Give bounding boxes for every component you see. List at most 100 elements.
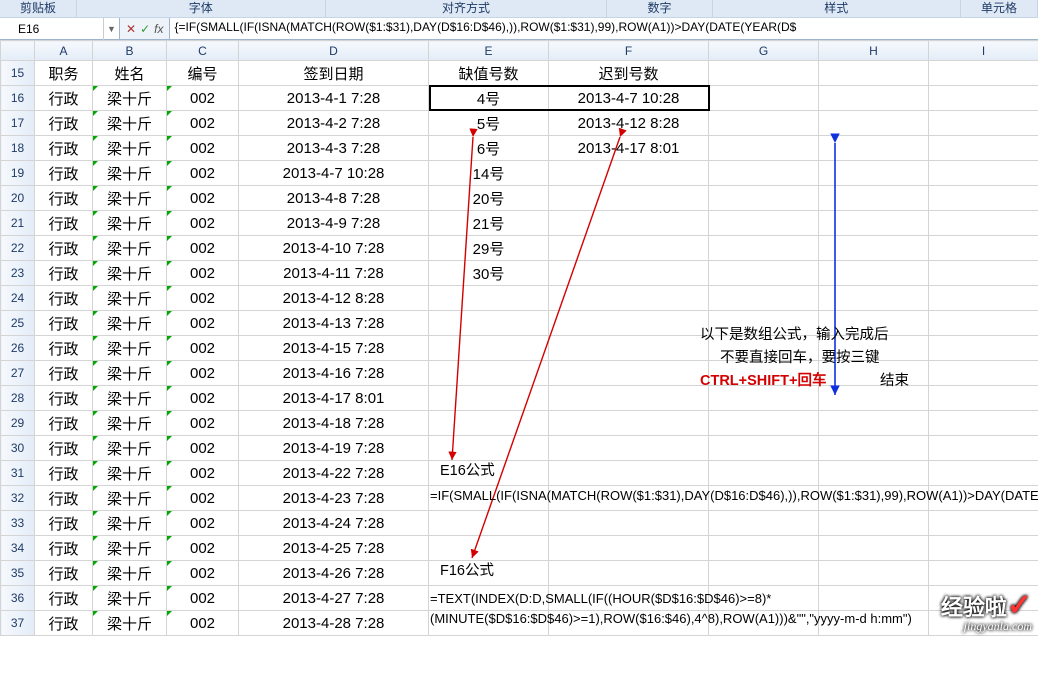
cell[interactable]: 编号 — [167, 61, 239, 86]
cell[interactable]: 行政 — [35, 286, 93, 311]
cell[interactable] — [429, 436, 549, 461]
cell[interactable] — [929, 411, 1038, 436]
cell[interactable] — [549, 161, 709, 186]
cell[interactable]: 行政 — [35, 386, 93, 411]
cell[interactable]: 002 — [167, 111, 239, 136]
cell[interactable]: 梁十斤 — [93, 461, 167, 486]
cell[interactable] — [429, 311, 549, 336]
cell[interactable]: 职务 — [35, 61, 93, 86]
cell[interactable] — [929, 61, 1038, 86]
cell[interactable]: 002 — [167, 611, 239, 636]
cell[interactable] — [709, 86, 819, 111]
table-row[interactable]: 23行政梁十斤0022013-4-11 7:2830号 — [1, 261, 1038, 286]
cell[interactable]: 行政 — [35, 361, 93, 386]
cell[interactable] — [549, 386, 709, 411]
cell[interactable] — [929, 111, 1038, 136]
cell[interactable]: 2013-4-24 7:28 — [239, 511, 429, 536]
row-header[interactable]: 23 — [1, 261, 35, 286]
cell[interactable]: 迟到号数 — [549, 61, 709, 86]
cell[interactable]: 行政 — [35, 436, 93, 461]
cell[interactable]: 梁十斤 — [93, 336, 167, 361]
table-row[interactable]: 22行政梁十斤0022013-4-10 7:2829号 — [1, 236, 1038, 261]
cell[interactable] — [549, 361, 709, 386]
cell[interactable]: 2013-4-22 7:28 — [239, 461, 429, 486]
row-header[interactable]: 34 — [1, 536, 35, 561]
cell[interactable] — [709, 561, 819, 586]
cell[interactable]: 行政 — [35, 586, 93, 611]
cell[interactable]: 梁十斤 — [93, 311, 167, 336]
cell[interactable]: 梁十斤 — [93, 536, 167, 561]
cell[interactable]: 行政 — [35, 511, 93, 536]
cell[interactable] — [929, 211, 1038, 236]
enter-icon[interactable]: ✓ — [140, 22, 150, 36]
cell[interactable]: 2013-4-27 7:28 — [239, 586, 429, 611]
cell[interactable]: 6号 — [429, 136, 549, 161]
cell[interactable]: 002 — [167, 436, 239, 461]
col-header[interactable]: F — [549, 41, 709, 61]
cell[interactable]: 梁十斤 — [93, 261, 167, 286]
cell[interactable] — [929, 286, 1038, 311]
cell[interactable]: 002 — [167, 136, 239, 161]
table-row[interactable]: 21行政梁十斤0022013-4-9 7:2821号 — [1, 211, 1038, 236]
row-header[interactable]: 25 — [1, 311, 35, 336]
ribbon-group[interactable]: 数字 — [607, 0, 712, 17]
cell[interactable] — [819, 536, 929, 561]
cell[interactable] — [819, 461, 929, 486]
ribbon-group[interactable]: 样式 — [713, 0, 961, 17]
table-row[interactable]: 29行政梁十斤0022013-4-18 7:28 — [1, 411, 1038, 436]
cell[interactable]: 14号 — [429, 161, 549, 186]
cell[interactable]: 2013-4-1 7:28 — [239, 86, 429, 111]
cell[interactable]: 2013-4-7 10:28 — [549, 86, 709, 111]
cell[interactable] — [819, 136, 929, 161]
table-row[interactable]: 19行政梁十斤0022013-4-7 10:2814号 — [1, 161, 1038, 186]
cell[interactable]: 002 — [167, 536, 239, 561]
cell[interactable] — [819, 261, 929, 286]
cell[interactable] — [709, 211, 819, 236]
col-header[interactable]: H — [819, 41, 929, 61]
row-header[interactable]: 27 — [1, 361, 35, 386]
cell[interactable] — [709, 511, 819, 536]
cell[interactable]: 002 — [167, 311, 239, 336]
col-header[interactable]: I — [929, 41, 1038, 61]
cell[interactable] — [819, 436, 929, 461]
cell[interactable]: 行政 — [35, 136, 93, 161]
cell[interactable]: 2013-4-17 8:01 — [549, 136, 709, 161]
cell[interactable]: 2013-4-19 7:28 — [239, 436, 429, 461]
cell[interactable]: 梁十斤 — [93, 411, 167, 436]
col-header[interactable]: A — [35, 41, 93, 61]
table-row[interactable]: 24行政梁十斤0022013-4-12 8:28 — [1, 286, 1038, 311]
cell[interactable] — [929, 511, 1038, 536]
col-header[interactable]: B — [93, 41, 167, 61]
cell[interactable] — [819, 111, 929, 136]
cell[interactable] — [429, 361, 549, 386]
row-header[interactable]: 26 — [1, 336, 35, 361]
table-row[interactable]: 31行政梁十斤0022013-4-22 7:28 — [1, 461, 1038, 486]
cell[interactable]: 20号 — [429, 186, 549, 211]
cell[interactable]: 2013-4-2 7:28 — [239, 111, 429, 136]
cell[interactable] — [819, 61, 929, 86]
cell[interactable] — [549, 186, 709, 211]
table-row[interactable]: 34行政梁十斤0022013-4-25 7:28 — [1, 536, 1038, 561]
cell[interactable] — [549, 461, 709, 486]
cell[interactable]: 2013-4-26 7:28 — [239, 561, 429, 586]
cell[interactable]: 002 — [167, 586, 239, 611]
cell[interactable] — [429, 336, 549, 361]
cell[interactable]: 002 — [167, 336, 239, 361]
cell[interactable]: 002 — [167, 461, 239, 486]
cell[interactable]: 行政 — [35, 611, 93, 636]
cell[interactable] — [709, 461, 819, 486]
cell[interactable]: 梁十斤 — [93, 136, 167, 161]
cell[interactable] — [549, 236, 709, 261]
cell[interactable]: 行政 — [35, 261, 93, 286]
cell[interactable] — [819, 411, 929, 436]
name-box[interactable]: E16 — [18, 22, 103, 36]
cancel-icon[interactable]: ✕ — [126, 22, 136, 36]
cell[interactable]: 002 — [167, 486, 239, 511]
cell[interactable]: 姓名 — [93, 61, 167, 86]
cell[interactable] — [819, 511, 929, 536]
cell[interactable]: 行政 — [35, 211, 93, 236]
cell[interactable] — [429, 411, 549, 436]
cell[interactable]: 梁十斤 — [93, 86, 167, 111]
cell[interactable]: 梁十斤 — [93, 511, 167, 536]
cell[interactable] — [429, 386, 549, 411]
